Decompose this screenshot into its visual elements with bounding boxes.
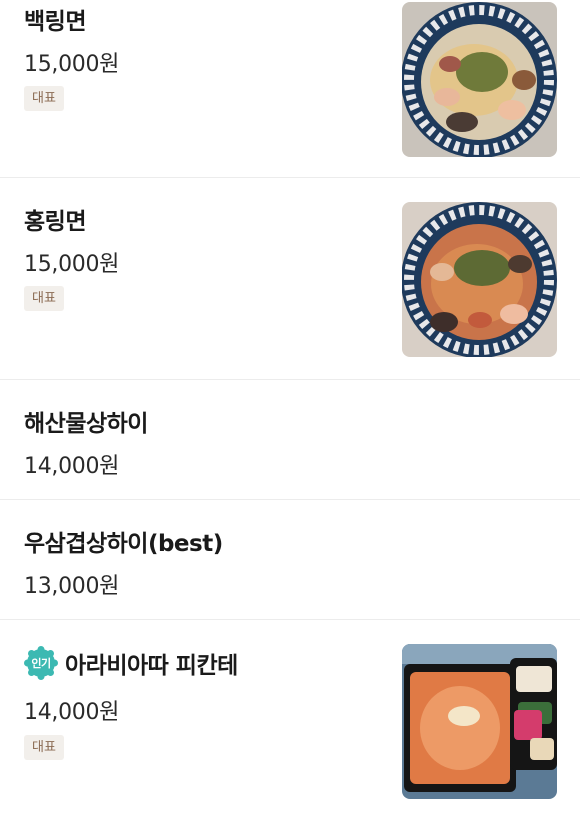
menu-item-price: 15,000원 [24,252,120,277]
menu-item-price: 13,000원 [24,574,120,599]
menu-item[interactable]: 해산물상하이 14,000원 [0,380,580,500]
menu-item-price: 15,000원 [24,52,120,77]
menu-item[interactable]: 우삼겹상하이(best) 13,000원 [0,500,580,620]
menu-item-price: 14,000원 [24,454,120,479]
menu-item[interactable]: 홍링면 15,000원 대표 [0,178,580,380]
menu-item-name: 아라비아따 피칸테 [65,653,238,679]
menu-item[interactable]: 백링면 15,000원 대표 [0,0,580,178]
menu-list: 백링면 15,000원 대표 홍링면 15,000원 대표 해산물상하이 14,… [0,0,580,814]
menu-item-price: 14,000원 [24,700,120,725]
menu-item-photo[interactable] [402,202,557,357]
menu-item-name: 우삼겹상하이(best) [24,531,223,557]
badge-label: 인기 [31,657,51,670]
signature-tag: 대표 [24,286,64,311]
popular-badge: 인기 [24,646,58,680]
menu-item[interactable]: 인기 아라비아따 피칸테 14,000원 대표 [0,620,580,814]
menu-item-name: 홍링면 [24,209,86,235]
signature-tag: 대표 [24,735,64,760]
menu-item-photo[interactable] [402,2,557,157]
menu-item-name: 백링면 [24,9,86,35]
menu-item-photo[interactable] [402,644,557,799]
menu-item-name: 해산물상하이 [24,411,148,437]
signature-tag: 대표 [24,86,64,111]
